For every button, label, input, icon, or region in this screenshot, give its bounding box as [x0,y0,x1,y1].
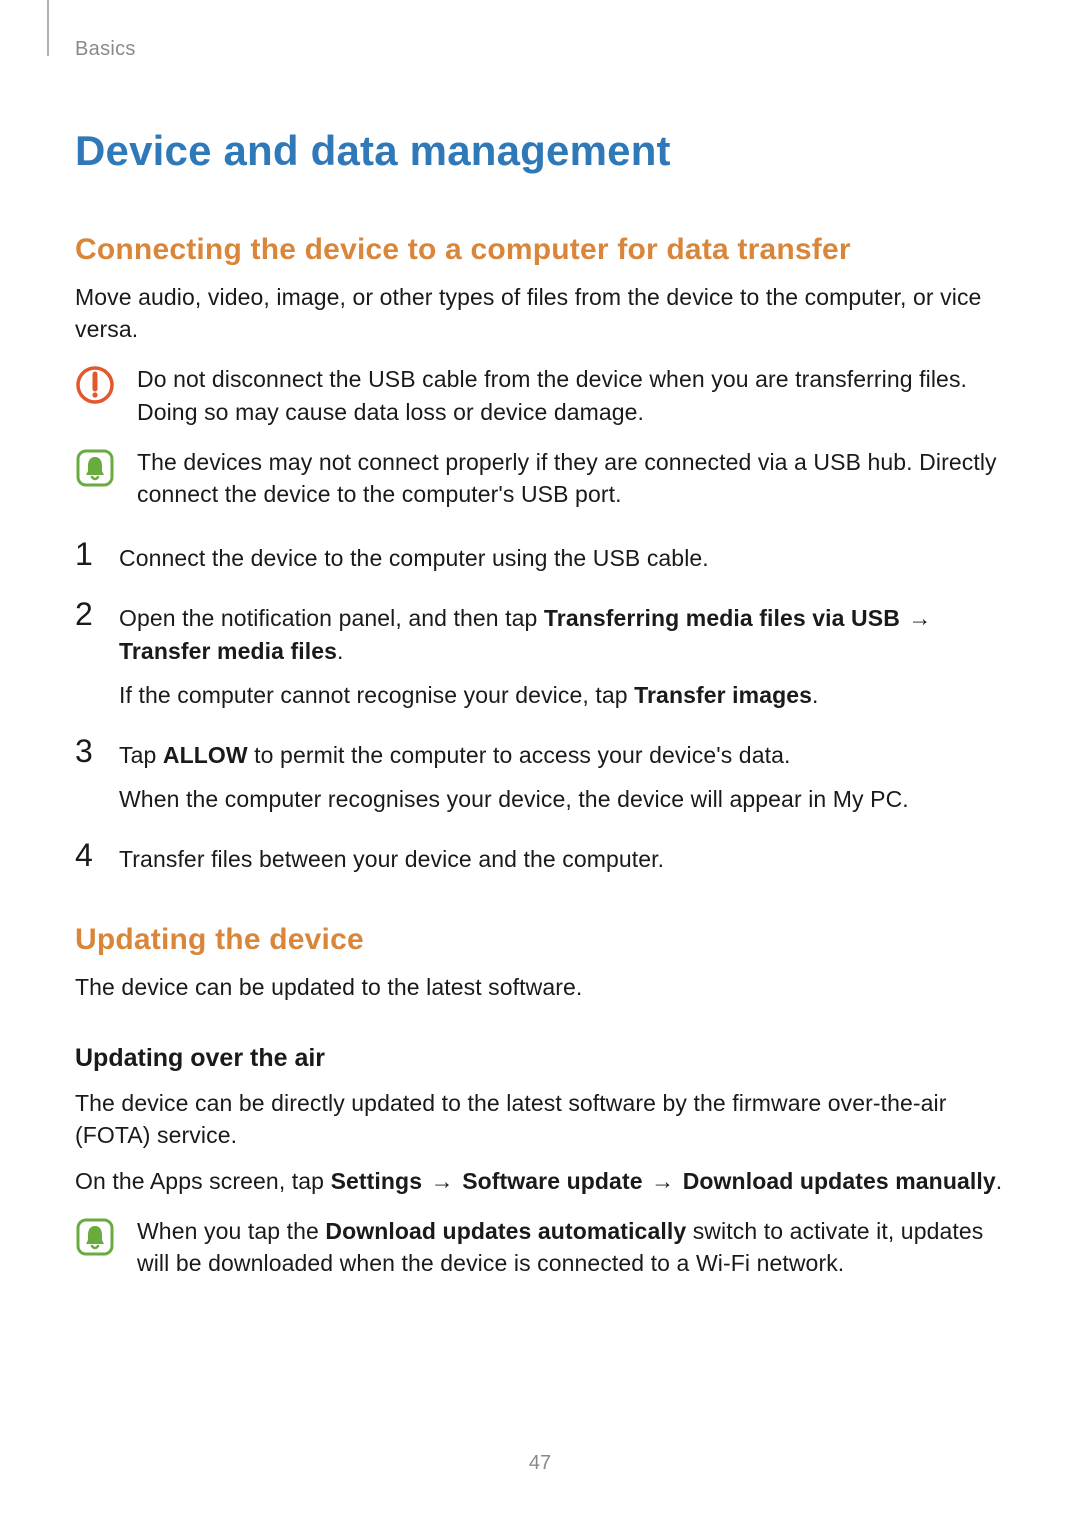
step-number: 3 [75,735,103,767]
step-1: 1 Connect the device to the computer usi… [75,538,1005,574]
step-2-line2-post: . [812,682,819,708]
ota-p2-b3: Download updates manually [683,1168,996,1194]
step-number: 2 [75,598,103,630]
section1-intro: Move audio, video, image, or other types… [75,281,1005,345]
ota-p2-b1: Settings [331,1168,423,1194]
step-2-line2-pre: If the computer cannot recognise your de… [119,682,634,708]
page-number: 47 [0,1452,1080,1475]
header-divider [47,0,49,56]
step-1-text: Connect the device to the computer using… [119,538,709,574]
bell-icon [75,448,115,488]
step-2-line2-bold: Transfer images [634,682,812,708]
ota-p2-b2: Software update [462,1168,642,1194]
ota-note-pre: When you tap the [137,1218,325,1244]
step-4: 4 Transfer files between your device and… [75,839,1005,875]
ota-p2: On the Apps screen, tap Settings → Softw… [75,1165,1005,1197]
ota-note-bold: Download updates automatically [325,1218,686,1244]
step-2: 2 Open the notification panel, and then … [75,598,1005,711]
step-2-bold1: Transferring media files via USB [544,605,900,631]
step-number: 4 [75,839,103,871]
steps-list: 1 Connect the device to the computer usi… [75,538,1005,875]
step-3-post: to permit the computer to access your de… [248,742,791,768]
ota-p1: The device can be directly updated to th… [75,1087,1005,1151]
ota-p2-post: . [996,1168,1003,1194]
page-content: Basics Device and data management Connec… [0,0,1080,1527]
step-3-pre: Tap [119,742,163,768]
arrow-icon: → [643,1168,683,1194]
step-3-body: Tap ALLOW to permit the computer to acce… [119,735,909,815]
warning-icon [75,365,115,405]
step-3-bold1: ALLOW [163,742,248,768]
arrow-icon: → [900,605,934,631]
step-3: 3 Tap ALLOW to permit the computer to ac… [75,735,1005,815]
subsection-heading-ota: Updating over the air [75,1044,1005,1073]
step-2-body: Open the notification panel, and then ta… [119,598,1005,711]
page-title: Device and data management [75,127,1005,175]
section-heading-updating: Updating the device [75,923,1005,957]
info-note-1-text: The devices may not connect properly if … [137,446,1005,510]
bell-icon [75,1217,115,1257]
info-note-2: When you tap the Download updates automa… [75,1215,1005,1279]
arrow-icon: → [422,1168,462,1194]
step-3-line2: When the computer recognises your device… [119,783,909,815]
step-4-text: Transfer files between your device and t… [119,839,664,875]
section2-intro: The device can be updated to the latest … [75,971,1005,1003]
step-2-pre: Open the notification panel, and then ta… [119,605,544,631]
section-heading-connecting: Connecting the device to a computer for … [75,233,1005,267]
warning-text: Do not disconnect the USB cable from the… [137,363,1005,427]
step-2-post: . [337,638,344,664]
step-number: 1 [75,538,103,570]
info-note-2-text: When you tap the Download updates automa… [137,1215,1005,1279]
breadcrumb: Basics [75,38,1005,61]
step-2-bold2: Transfer media files [119,638,337,664]
info-note-1: The devices may not connect properly if … [75,446,1005,510]
warning-note: Do not disconnect the USB cable from the… [75,363,1005,427]
ota-p2-pre: On the Apps screen, tap [75,1168,331,1194]
